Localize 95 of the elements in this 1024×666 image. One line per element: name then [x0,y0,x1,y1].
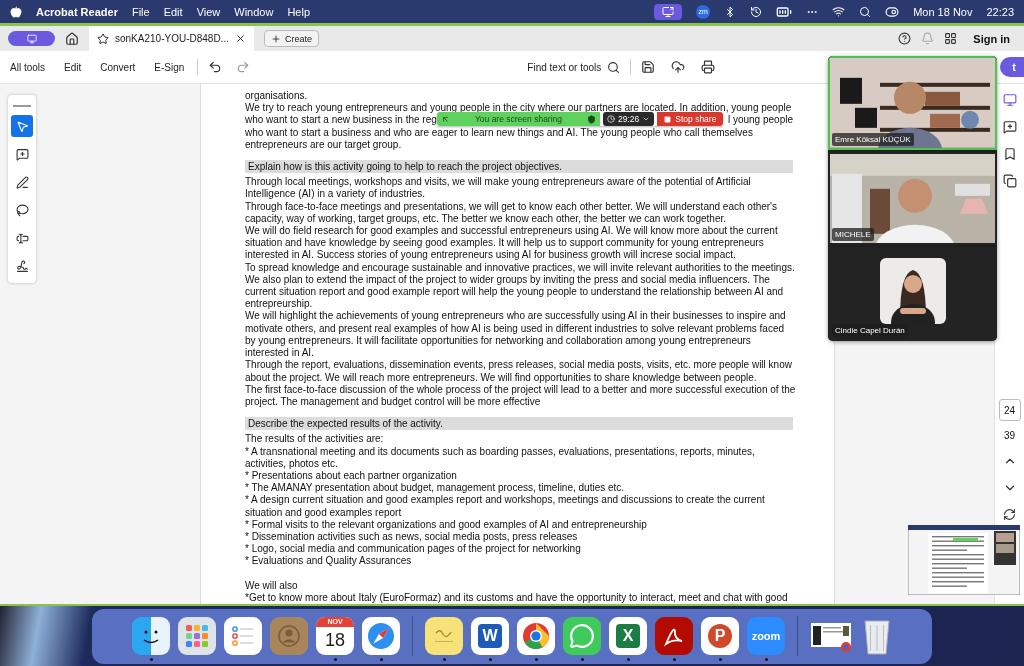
section-heading: Describe the expected results of the activity. [245,417,793,431]
word-icon[interactable]: W [471,617,509,655]
menu-item[interactable]: File [131,5,150,18]
section-heading: Explain how is this activity going to help to reach the project objectives. [245,160,793,174]
upload-icon[interactable] [671,60,686,74]
paragraph: * Dissemination activities such as news, social media posts, press releases [245,530,579,544]
chat-bubble-icon[interactable] [563,617,601,655]
paragraph: organisations. [245,90,309,103]
undo-icon[interactable] [208,60,223,74]
toolbar-item[interactable]: All tools [10,61,45,73]
powerpoint-icon[interactable]: P [701,617,739,655]
paragraph: who want to start a business and who are eager to learn new things and AI. The young people who call themselves entrepreneurs are our target group. [245,126,754,151]
shield-icon [587,114,596,124]
refresh-icon[interactable] [1003,508,1016,521]
paragraph: * A design current situation and good examples report and workshops, meetings and discussions to create the current situation and good examples report [245,494,766,519]
paragraph: * A transnational meeting and its documents such as boarding passes, evaluations, presentations, reports, minutes, activities, photos etc. [245,445,756,470]
paragraph: Through face-to-face meetings and presentations, we will get to know each other better. We will understand each other's capacity, way of working, target groups, etc. The better we know each other, the better we can work together. [245,200,779,226]
help-icon[interactable] [898,32,912,45]
sidebar-toggle-button[interactable] [8,31,55,46]
bookmark-icon[interactable] [1002,147,1017,161]
paragraph: The results of the activities are: [245,433,385,446]
video-tile[interactable]: Cindie Capel Durán [828,247,997,341]
save-icon[interactable] [641,60,656,74]
tab-title: sonKA210-YOU-D848D... [115,33,229,44]
acrobat-icon[interactable] [655,617,693,655]
document-tab[interactable]: sonKA210-YOU-D848D... [89,26,254,51]
stop-share-button[interactable]: Stop share [657,112,724,126]
find-label[interactable]: Find text or tools [527,61,602,73]
paragraph: * Formal visits to the relevant organizations and good examples of AI and entrepreneurship [245,518,648,531]
paragraph: * Presentations about each partner organization [245,469,458,483]
apps-grid-icon[interactable] [944,32,958,45]
compass-icon[interactable] [362,617,400,655]
menu-item[interactable]: Edit [163,5,183,18]
timer-button[interactable]: 29:26 [603,112,655,126]
stop-icon [664,115,672,123]
clock-history-icon[interactable] [750,5,763,18]
finder-icon[interactable] [132,617,170,655]
toolbar-item[interactable]: Edit [64,61,82,73]
paragraph: To spread knowledge and encourage sustainable and innovative practices, we will invite relevant authorities to the meetings. We also plan to extend the impact of the project to wider groups by inviting the press and social media influencers. The current situation report and good example report will help the young people to understand the relationship between AI and entrepreurship. [245,261,796,311]
control-center-icon[interactable] [885,4,900,19]
paragraph: * Evaluations and Quality Assurances [245,555,413,568]
create-button[interactable]: Create [263,30,319,47]
video-tile[interactable]: Emre Köksal KÜÇÜK [828,56,997,150]
monitor-icon [26,33,37,44]
menu-item[interactable]: Window [234,5,274,18]
paragraph: * Logo, social media and communication pages of the project for networking [245,543,582,556]
redo-icon[interactable] [236,60,251,74]
menu-item[interactable]: View [196,5,221,18]
paragraph: * The AMANAY presentation about budget, management process, timeline, duties etc. [245,482,626,495]
paragraph: Through the report, evaluations, dissemination events, press releases, social media posts, visits, etc. more people will know about the project. We will reach more entrepreneurs. We will find opportunities to share knowledge between people. [245,359,793,384]
excel-icon[interactable]: X [609,617,647,655]
app-menu[interactable]: Acrobat Reader [36,5,118,18]
menu-item[interactable]: Help [287,5,311,18]
pages-icon[interactable] [1002,174,1017,188]
toolbar-item[interactable]: Convert [100,61,136,73]
plus-icon [270,33,281,44]
reminders-icon[interactable] [224,617,262,655]
search-icon[interactable] [607,60,621,74]
sign-in-button[interactable]: Sign in [967,32,1016,45]
participant-name: Cindie Capel Durán [832,324,908,337]
screenshot-thumbnail-drawing[interactable] [908,525,1020,595]
paragraph: Through local meetings, workshops and visits, we will make young entrepreneurs aware of the potential of Artificial Intelligence (AI) in a variety of industries. [245,176,752,201]
search-icon[interactable] [859,5,872,18]
participant-name: MICHELE [832,228,874,242]
sticky-note-icon[interactable] [425,617,463,655]
paragraph-fragment: l young people [727,114,793,127]
apple-icon[interactable] [10,5,22,18]
home-icon[interactable] [65,31,79,46]
paragraph: We will highlight the achievements of young entrepreneurs who are successfully using AI in their businesses to inspire and motivate others, and present real examples of how AI is being used in different industries to solve relevant problems faced by young entrepreneurs. It will facilitate opportunities for networking and collaboration among young entrepreneurs interested in AI. [245,310,787,360]
paragraph-fragment: who want to start a new business in the reg [245,114,437,127]
clock-icon [607,115,615,123]
page-count: 39 [1003,430,1016,441]
paragraph: *Get to know more about Italy (EuroFormaz) and its customs and have the opportunity to interact, meet and chat with good [245,591,789,604]
comment-icon[interactable] [1002,120,1017,134]
date-label[interactable]: Mon 18 Nov [913,5,973,18]
browser-icon[interactable] [517,617,555,655]
page-number-field[interactable]: 24 [998,399,1021,421]
wifi-icon[interactable] [832,5,846,18]
screen-share-icon[interactable] [654,3,683,20]
select-tool-icon[interactable] [11,115,33,137]
action-button[interactable]: t [1000,57,1024,77]
grip-icon[interactable] [441,114,450,124]
share-panel-icon[interactable] [1002,93,1017,107]
caret-icon [642,115,651,123]
paragraph: We will do field research for good examples and successful entrepreneurs using AI. We will know more about the current situation and have knowledge by seeing good examples. It will help us to support community for young entrepreneurs interested in AI. Success stories of young entrepreneurs using AI for business growth will increse social impact. [245,225,779,262]
clock-label[interactable]: 22:23 [986,5,1014,18]
paragraph: We will also [245,579,299,592]
launchpad-icon[interactable] [178,617,216,655]
star-icon[interactable] [97,32,109,45]
close-icon[interactable] [234,33,246,44]
toolbar-item[interactable]: E-Sign [154,61,185,73]
sharing-label: You are screen sharing [474,114,563,124]
video-tile[interactable]: MICHELE [828,151,997,246]
print-icon[interactable] [701,60,716,74]
paragraph: The first face-to-face discussion of the whole process of the project will lead to a better and more successful execution of the project. The management and budget control will be more effective [245,383,797,409]
